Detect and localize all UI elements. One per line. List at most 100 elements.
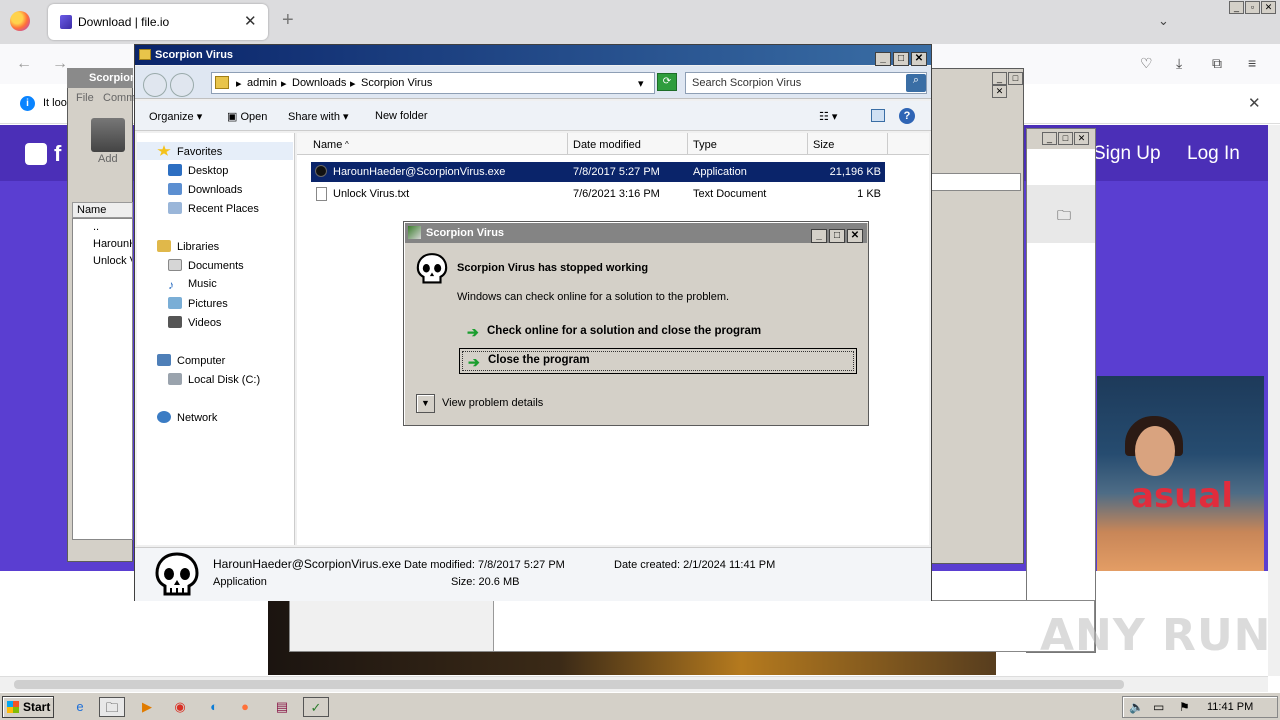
nav-documents[interactable]: Documents — [168, 259, 244, 272]
breadcrumb-current[interactable]: Scorpion Virus — [361, 77, 432, 89]
column-divider[interactable] — [807, 133, 808, 155]
winrar-add-label[interactable]: Add — [98, 153, 118, 165]
login-link[interactable]: Log In — [1187, 143, 1240, 165]
file-row-txt[interactable]: Unlock Virus.txt 7/6/2021 3:16 PM Text D… — [311, 184, 885, 204]
action-center-flag-icon[interactable]: ⚑ — [1179, 700, 1190, 714]
close-icon[interactable]: ✕ — [847, 229, 863, 243]
minimize-icon[interactable]: _ — [875, 52, 891, 66]
menu-icon[interactable]: ≡ — [1248, 55, 1256, 71]
maximize-icon[interactable]: □ — [893, 52, 909, 66]
volume-icon[interactable]: 🔈 — [1129, 700, 1144, 714]
column-type[interactable]: Type — [693, 139, 717, 151]
scorpion-taskbar-icon[interactable]: ✓ — [303, 697, 329, 717]
column-divider[interactable] — [567, 133, 568, 155]
winrar-menu-file[interactable]: File — [76, 92, 94, 104]
nav-network[interactable]: Network — [157, 411, 217, 424]
new-folder-button[interactable]: New folder — [375, 110, 428, 122]
extensions-icon[interactable]: ⧉ — [1212, 55, 1222, 72]
breadcrumb-sep-icon[interactable]: ▸ — [350, 77, 356, 90]
open-button[interactable]: ▣ Open — [227, 110, 267, 123]
nav-local-disk[interactable]: Local Disk (C:) — [168, 373, 260, 386]
address-bar[interactable]: ▸ admin ▸ Downloads ▸ Scorpion Virus ▾ — [211, 72, 655, 94]
background-window-combo[interactable] — [931, 173, 1021, 191]
site-logo-icon[interactable] — [25, 143, 47, 165]
nav-music[interactable]: ♪ Music — [168, 278, 217, 292]
close-icon[interactable]: ✕ — [1261, 1, 1276, 14]
winrar-name-column[interactable]: Name — [72, 202, 133, 218]
file-row-exe[interactable]: HarounHaeder@ScorpionVirus.exe 7/8/2017 … — [311, 162, 885, 182]
winrar-taskbar-icon[interactable]: ▤ — [269, 697, 295, 717]
nav-favorites[interactable]: Favorites — [157, 145, 222, 158]
vertical-scrollbar[interactable] — [1268, 125, 1280, 676]
winrar-add-icon[interactable] — [91, 118, 125, 152]
forward-button-icon[interactable] — [170, 73, 194, 97]
search-input[interactable]: Search Scorpion Virus ⌕ — [685, 72, 927, 94]
share-with-button[interactable]: Share with ▾ — [288, 110, 349, 123]
organize-button[interactable]: Organize ▾ — [149, 110, 202, 123]
back-button-icon[interactable] — [143, 73, 167, 97]
close-icon[interactable]: ✕ — [911, 52, 927, 66]
winrar-file-row[interactable]: Unlock V — [73, 253, 132, 270]
horizontal-scrollbar[interactable] — [0, 676, 1268, 692]
view-options-icon[interactable]: ☷ ▾ — [819, 110, 837, 123]
minimize-icon[interactable]: _ — [1042, 132, 1057, 145]
firefox-taskbar-icon[interactable]: ● — [232, 697, 258, 717]
site-logo-text[interactable]: f — [54, 141, 61, 167]
column-date-modified[interactable]: Date modified — [573, 139, 641, 151]
close-program-option[interactable]: ➔ Close the program — [459, 348, 857, 374]
breadcrumb-downloads[interactable]: Downloads — [292, 77, 346, 89]
notification-close-icon[interactable]: ✕ — [1248, 94, 1261, 112]
media-player-icon[interactable]: ▶ — [134, 697, 160, 717]
start-button[interactable]: Start — [2, 696, 54, 718]
maximize-icon[interactable]: □ — [1058, 132, 1073, 145]
minimize-icon[interactable]: _ — [1229, 1, 1244, 14]
nav-pictures[interactable]: Pictures — [168, 297, 228, 310]
search-icon[interactable]: ⌕ — [906, 74, 926, 92]
winrar-menu-commands[interactable]: Comm — [103, 92, 135, 104]
browser-tab[interactable]: Download | file.io ✕ — [48, 4, 268, 40]
maximize-icon[interactable]: □ — [1008, 72, 1023, 85]
network-tray-icon[interactable]: ▭ — [1153, 700, 1164, 714]
maximize-icon[interactable]: □ — [829, 229, 845, 243]
nav-computer[interactable]: Computer — [157, 354, 225, 367]
ie-icon[interactable]: e — [67, 697, 93, 717]
column-divider[interactable] — [687, 133, 688, 155]
scrollbar-thumb[interactable] — [14, 680, 1124, 689]
new-tab-button[interactable]: + — [282, 9, 294, 32]
preview-pane-icon[interactable] — [871, 109, 885, 122]
minimize-icon[interactable]: _ — [811, 229, 827, 243]
edge-icon[interactable]: ◐ — [201, 697, 227, 717]
restore-icon[interactable]: ▫ — [1245, 1, 1260, 14]
tab-close-icon[interactable]: ✕ — [244, 12, 257, 30]
expand-details-icon[interactable]: ▼ — [416, 394, 435, 413]
winrar-file-row[interactable]: HarounH — [73, 236, 132, 253]
folder-icon[interactable]: 🗀 — [1057, 205, 1071, 229]
nav-desktop[interactable]: Desktop — [168, 164, 228, 177]
nav-downloads[interactable]: Downloads — [168, 183, 242, 196]
help-icon[interactable]: ? — [899, 108, 915, 124]
winrar-file-row[interactable]: .. — [73, 219, 132, 236]
close-icon[interactable]: ✕ — [992, 85, 1007, 98]
column-size[interactable]: Size — [813, 139, 834, 151]
check-online-option[interactable]: ➔ Check online for a solution and close … — [459, 319, 857, 345]
breadcrumb-sep-icon[interactable]: ▸ — [236, 77, 242, 90]
downloads-icon[interactable]: ⤓ — [1176, 55, 1182, 72]
nav-libraries[interactable]: Libraries — [157, 240, 219, 253]
view-details-link[interactable]: View problem details — [442, 397, 543, 409]
explorer-taskbar-icon[interactable]: 🗀 — [99, 697, 125, 717]
breadcrumb-sep-icon[interactable]: ▸ — [281, 77, 287, 90]
close-icon[interactable]: ✕ — [1074, 132, 1089, 145]
column-divider[interactable] — [887, 133, 888, 155]
address-dropdown-icon[interactable]: ▾ — [638, 77, 644, 90]
forward-arrow-icon[interactable]: → — [52, 55, 68, 73]
refresh-icon[interactable]: ⟳ — [657, 73, 677, 91]
clock[interactable]: 11:41 PM — [1207, 701, 1253, 713]
nav-videos[interactable]: Videos — [168, 316, 221, 329]
tab-list-chevron-icon[interactable]: ⌄ — [1158, 13, 1169, 29]
chrome-icon[interactable]: ◉ — [167, 697, 193, 717]
back-arrow-icon[interactable]: ← — [16, 55, 32, 73]
pocket-icon[interactable]: ♡ — [1140, 55, 1153, 72]
nav-recent-places[interactable]: Recent Places — [168, 202, 259, 215]
breadcrumb-admin[interactable]: admin — [247, 77, 277, 89]
minimize-icon[interactable]: _ — [992, 72, 1007, 85]
